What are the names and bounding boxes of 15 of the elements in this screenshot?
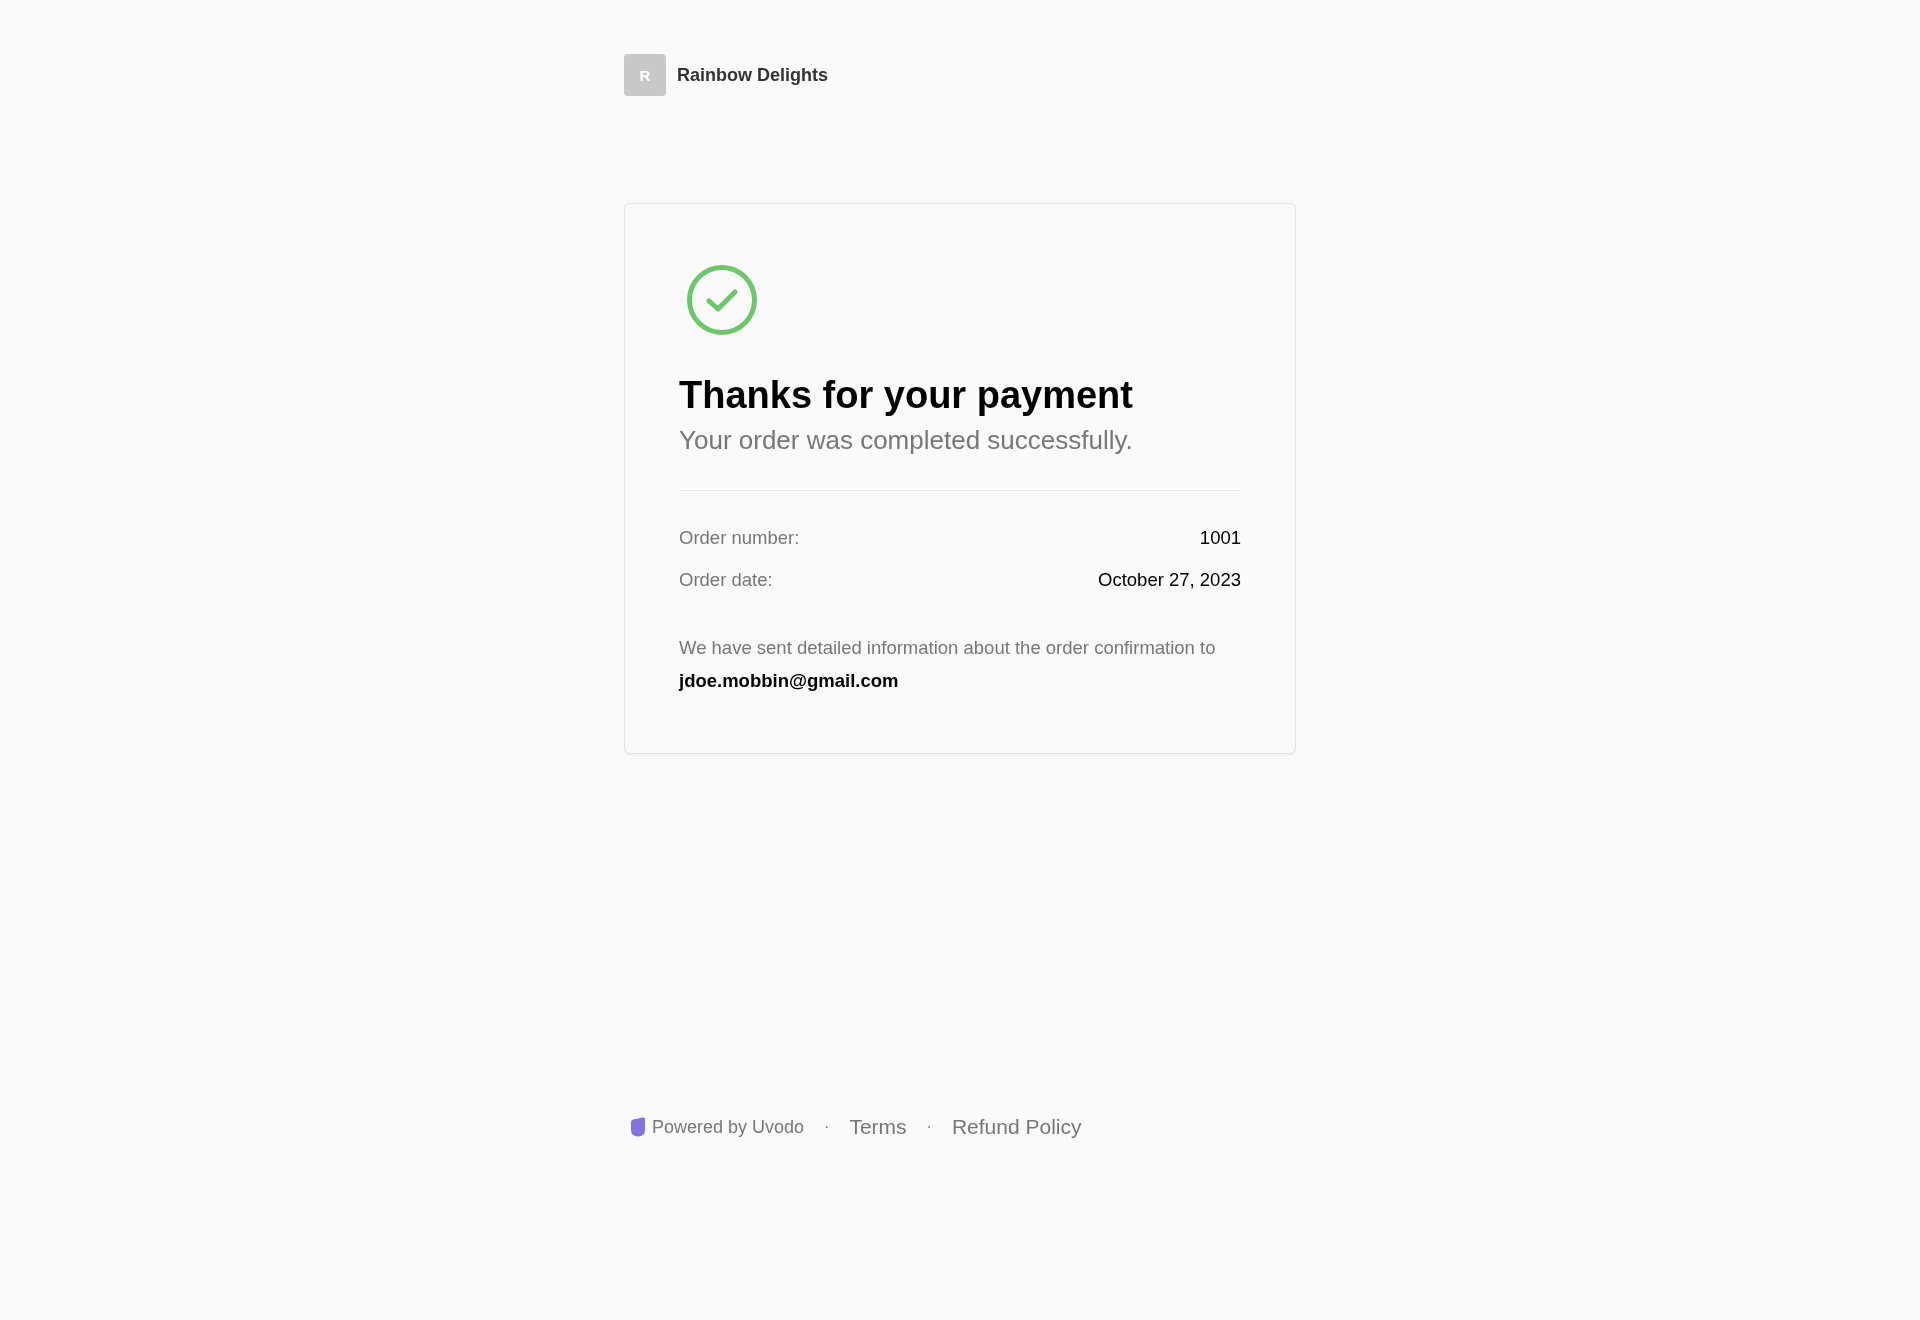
detail-label: Order date: (679, 569, 773, 591)
detail-label: Order number: (679, 527, 800, 549)
separator-dot: · (824, 1118, 830, 1136)
confirmation-message: We have sent detailed information about the order confirmation to jdoe.mobbin@gmail.com (679, 636, 1217, 693)
detail-value: 1001 (1199, 527, 1241, 549)
powered-by-link[interactable]: Powered by Uvodo (652, 1116, 805, 1138)
confirmation-subtitle: Your order was completed successfully. (679, 425, 1134, 456)
confirmation-title: Thanks for your payment (679, 374, 1134, 417)
footer-link[interactable]: Terms (849, 1115, 907, 1139)
detail-value: October 27, 2023 (1098, 569, 1241, 591)
shield-icon (630, 1117, 646, 1137)
store-name: Rainbow Delights (677, 64, 828, 86)
check-circle-icon (686, 264, 758, 336)
footer-link[interactable]: Refund Policy (951, 1115, 1082, 1139)
separator-dot: · (926, 1118, 932, 1136)
